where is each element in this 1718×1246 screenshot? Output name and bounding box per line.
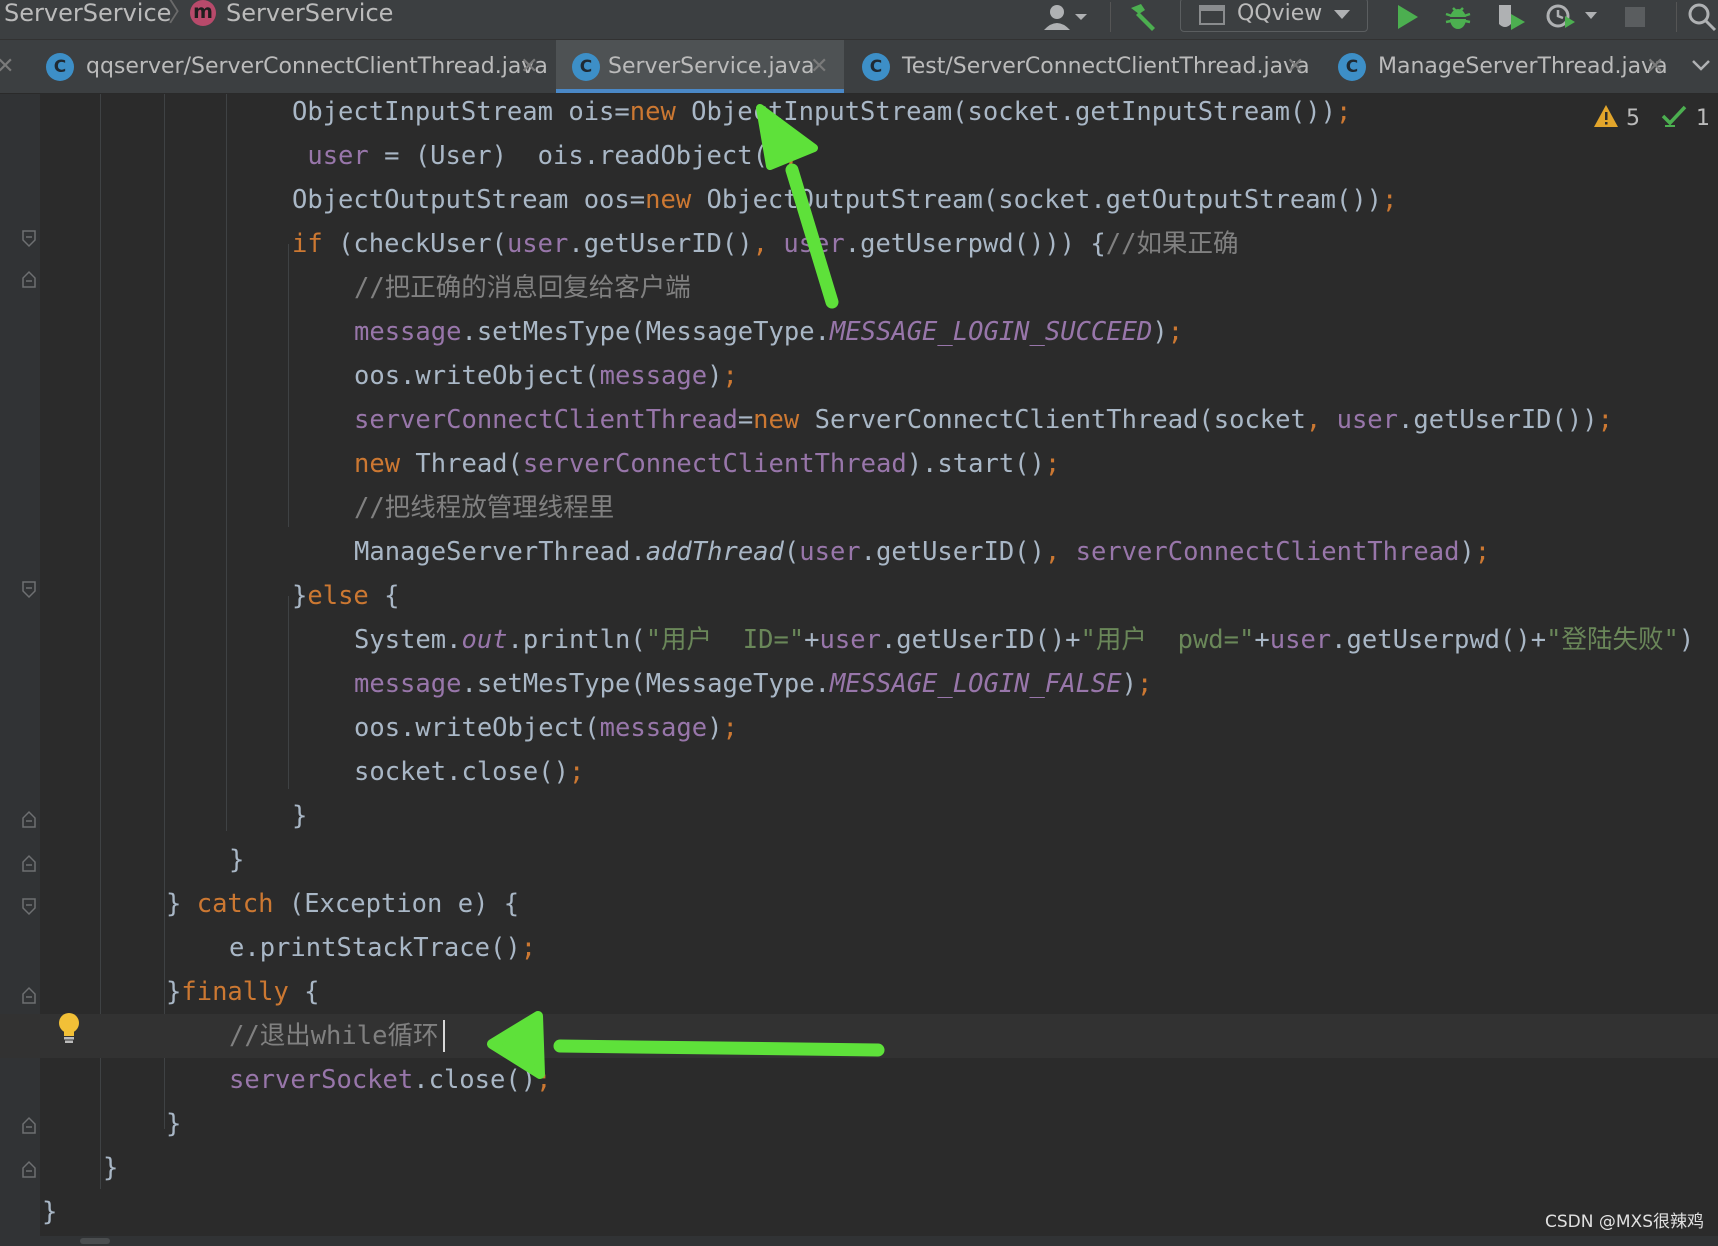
search-icon[interactable] [1686,2,1718,32]
breadcrumb-method[interactable]: ServerService [226,0,393,28]
run-configuration-label: QQview [1237,1,1323,26]
tab-close-icon[interactable]: ✕ [1286,53,1304,81]
code-line[interactable]: } [0,794,1718,838]
code-line[interactable]: serverConnectClientThread=new ServerConn… [0,398,1718,442]
lightbulb-icon[interactable] [56,1012,82,1048]
warning-count: 5 [1626,106,1640,131]
tab-close-icon[interactable]: ✕ [0,53,14,81]
checkmark-icon [1661,105,1687,127]
chevron-down-icon[interactable] [1690,54,1712,80]
watermark: CSDN @MXS很辣鸡 [1545,1212,1704,1232]
code-line[interactable]: message.setMesType(MessageType.MESSAGE_L… [0,662,1718,706]
class-icon: C [1338,53,1366,81]
run-configuration-select[interactable]: QQview [1180,0,1368,32]
code-lines: ObjectInputStream ois=new ObjectInputStr… [0,94,1718,1246]
code-line[interactable]: } [0,1102,1718,1146]
tab-serverservice[interactable]: C ServerService.java ✕ [556,40,844,93]
code-line[interactable]: //把线程放管理线程里 [0,486,1718,530]
debug-icon[interactable] [1442,2,1474,32]
coverage-icon[interactable] [1494,2,1528,32]
tab-label: qqserver/ServerConnectClientThread.java [86,54,548,79]
tab-label: ManageServerThread.java [1378,54,1668,79]
code-line[interactable]: ObjectInputStream ois=new ObjectInputStr… [0,90,1718,134]
tab-test-serverconnectclientthread[interactable]: C Test/ServerConnectClientThread.java ✕ [862,40,1310,93]
window-icon [1199,5,1225,25]
code-line[interactable]: System.out.println("用户 ID="+user.getUser… [0,618,1718,662]
code-line[interactable]: ObjectOutputStream oos=new ObjectOutputS… [0,178,1718,222]
navigation-bar: ServerService 〉 m ServerService QQview [0,0,1718,40]
code-line[interactable]: user = (User) ois.readObject(); [0,134,1718,178]
code-line[interactable]: } [0,1146,1718,1190]
user-icon[interactable] [1038,2,1094,32]
class-icon: C [572,53,600,81]
inspection-widget[interactable]: 5 1 [1593,104,1710,131]
tab-manageserverthread[interactable]: C ManageServerThread.java ✕ [1338,40,1668,93]
code-line[interactable]: if (checkUser(user.getUserID(), user.get… [0,222,1718,266]
build-hammer-icon[interactable] [1126,2,1160,32]
run-icon[interactable] [1392,2,1422,32]
code-line[interactable]: message.setMesType(MessageType.MESSAGE_L… [0,310,1718,354]
check-count: 1 [1696,106,1710,131]
tab-label: ServerService.java [608,54,815,79]
breadcrumb-project[interactable]: ServerService [4,0,171,28]
chevron-down-icon [1334,10,1350,19]
code-line[interactable]: serverSocket.close(); [0,1058,1718,1102]
toolbar-divider [1676,2,1677,32]
code-line[interactable]: e.printStackTrace(); [0,926,1718,970]
code-line[interactable]: }finally { [0,970,1718,1014]
text-caret [443,1020,445,1052]
warning-icon [1594,105,1618,127]
stop-icon[interactable] [1622,2,1648,32]
method-icon: m [190,0,216,26]
code-line[interactable]: } [0,838,1718,882]
code-line[interactable]: oos.writeObject(message); [0,354,1718,398]
class-icon: C [862,53,890,81]
horizontal-scrollbar[interactable] [0,1236,1718,1246]
code-line[interactable]: ManageServerThread.addThread(user.getUse… [0,530,1718,574]
code-line[interactable]: } catch (Exception e) { [0,882,1718,926]
code-line[interactable]: //把正确的消息回复给客户端 [0,266,1718,310]
tab-close-icon[interactable]: ✕ [520,53,538,81]
tab-qqserver-serverconnectclientthread[interactable]: C qqserver/ServerConnectClientThread.jav… [46,40,548,93]
code-line[interactable]: socket.close(); [0,750,1718,794]
code-line[interactable]: oos.writeObject(message); [0,706,1718,750]
profile-icon[interactable] [1544,2,1604,32]
scrollbar-thumb[interactable] [80,1238,110,1244]
code-line-current[interactable]: //退出while循环 [0,1014,1718,1058]
code-editor[interactable]: ObjectInputStream ois=new ObjectInputStr… [0,94,1718,1246]
editor-tabs: ✕ C qqserver/ServerConnectClientThread.j… [0,40,1718,94]
code-line[interactable]: }else { [0,574,1718,618]
tab-close-icon[interactable]: ✕ [810,53,828,81]
code-line[interactable]: } [0,1190,1718,1234]
toolbar-divider [1110,2,1111,32]
tab-close-icon[interactable]: ✕ [1646,53,1664,81]
code-line[interactable]: new Thread(serverConnectClientThread).st… [0,442,1718,486]
class-icon: C [46,53,74,81]
tab-label: Test/ServerConnectClientThread.java [902,54,1310,79]
